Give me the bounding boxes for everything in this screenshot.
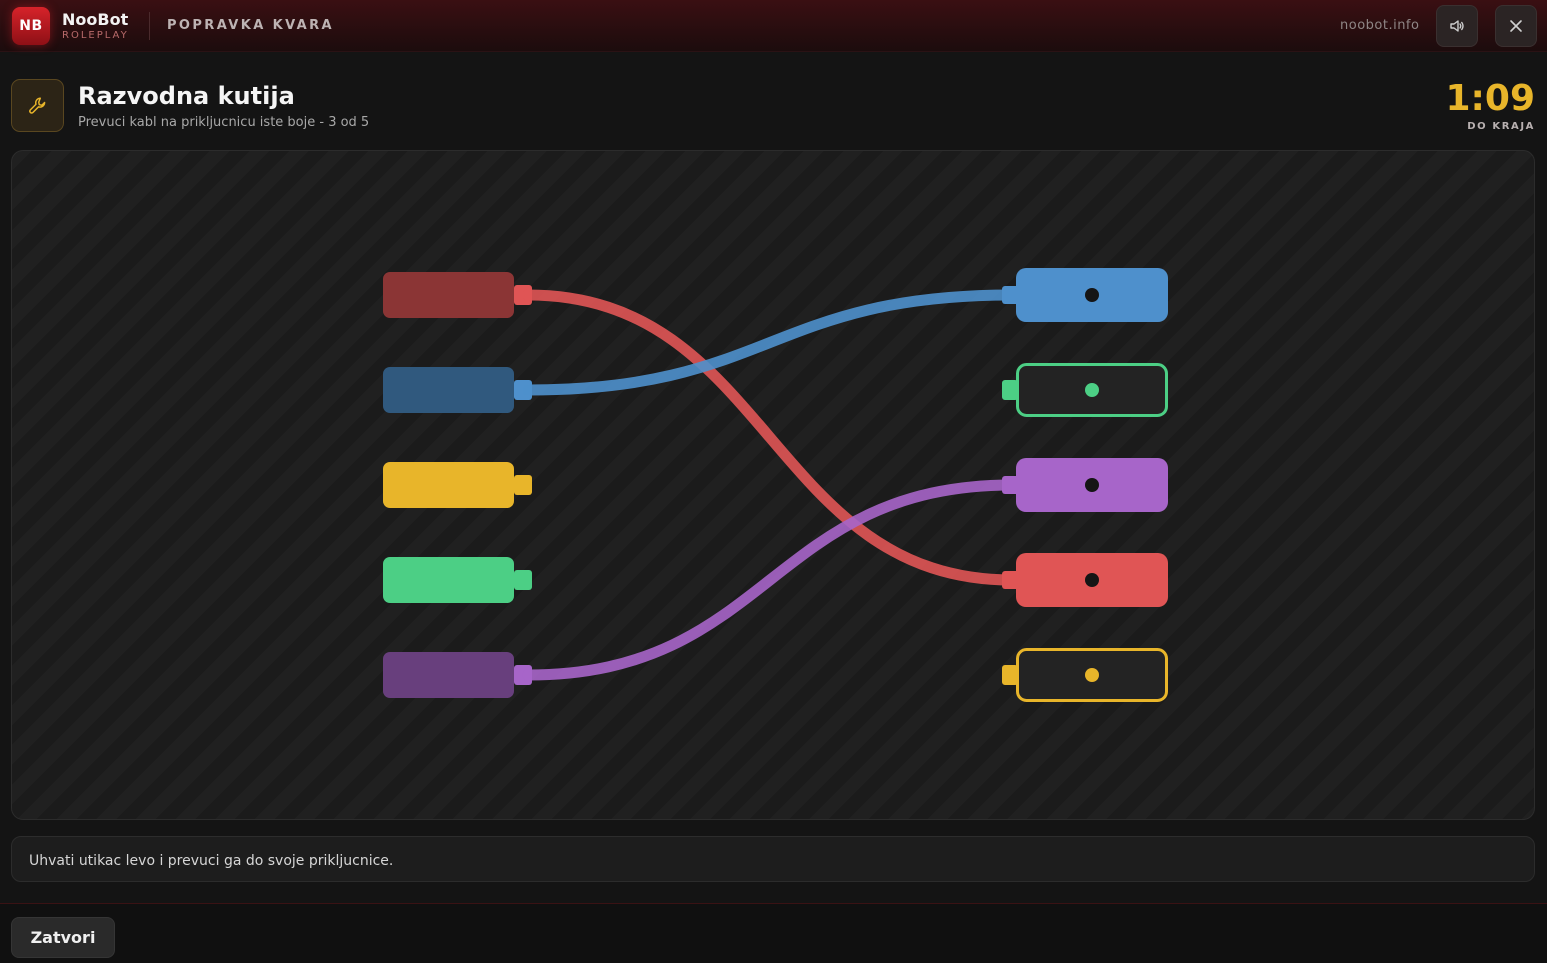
logo: NB (12, 7, 50, 45)
sound-button[interactable] (1436, 5, 1478, 47)
cable-purple (522, 479, 1018, 681)
wiring-board (11, 150, 1535, 820)
plug-blue[interactable] (383, 367, 532, 413)
plug-yellow[interactable] (383, 462, 532, 508)
socket-plugged-tip-blue (1002, 286, 1020, 304)
close-button[interactable]: Zatvori (11, 917, 115, 958)
task-icon-box (11, 79, 64, 132)
socket-hole-icon (1085, 288, 1099, 302)
plug-body-blue[interactable] (383, 367, 514, 413)
close-window-button[interactable] (1495, 5, 1537, 47)
speaker-icon (1450, 20, 1464, 32)
socket-plugged-tip-red (1002, 571, 1020, 589)
socket-port-yellow (1002, 665, 1018, 685)
plug-tip-green[interactable] (514, 570, 532, 590)
section-title: POPRAVKA KVARA (167, 18, 335, 33)
divider (149, 12, 150, 40)
site-link[interactable]: noobot.info (1340, 18, 1419, 33)
socket-hole-icon (1085, 478, 1099, 492)
plug-body-green[interactable] (383, 557, 514, 603)
socket-purple[interactable] (1002, 458, 1168, 512)
countdown-timer: 1:09 (1445, 78, 1535, 119)
task-subtitle: Prevuci kabl na prikljucnicu iste boje -… (78, 115, 370, 130)
socket-yellow[interactable] (1002, 648, 1168, 702)
top-bar: NB NooBot ROLEPLAY POPRAVKA KVARA noobot… (0, 0, 1547, 52)
plug-tip-yellow[interactable] (514, 475, 532, 495)
socket-hole-icon (1085, 573, 1099, 587)
plug-purple[interactable] (383, 652, 532, 698)
socket-blue[interactable] (1002, 268, 1168, 322)
brand-subtitle: ROLEPLAY (62, 30, 129, 41)
socket-green[interactable] (1002, 363, 1168, 417)
task-title: Razvodna kutija (78, 82, 295, 110)
socket-port-green (1002, 380, 1018, 400)
plug-red[interactable] (383, 272, 532, 318)
close-icon (1510, 20, 1522, 32)
plug-body-red[interactable] (383, 272, 514, 318)
socket-dot-icon (1085, 668, 1099, 682)
plug-body-yellow[interactable] (383, 462, 514, 508)
wiring-canvas (383, 268, 1168, 702)
brand-name: NooBot (62, 10, 129, 29)
plug-body-purple[interactable] (383, 652, 514, 698)
footer: Zatvori (0, 903, 1547, 963)
timer-label: DO KRAJA (1467, 121, 1535, 132)
socket-plugged-tip-purple (1002, 476, 1020, 494)
hint-text: Uhvati utikac levo i prevuci ga do svoje… (11, 836, 1535, 882)
wrench-icon (28, 96, 45, 114)
plug-green[interactable] (383, 557, 532, 603)
socket-red[interactable] (1002, 553, 1168, 607)
socket-dot-icon (1085, 383, 1099, 397)
